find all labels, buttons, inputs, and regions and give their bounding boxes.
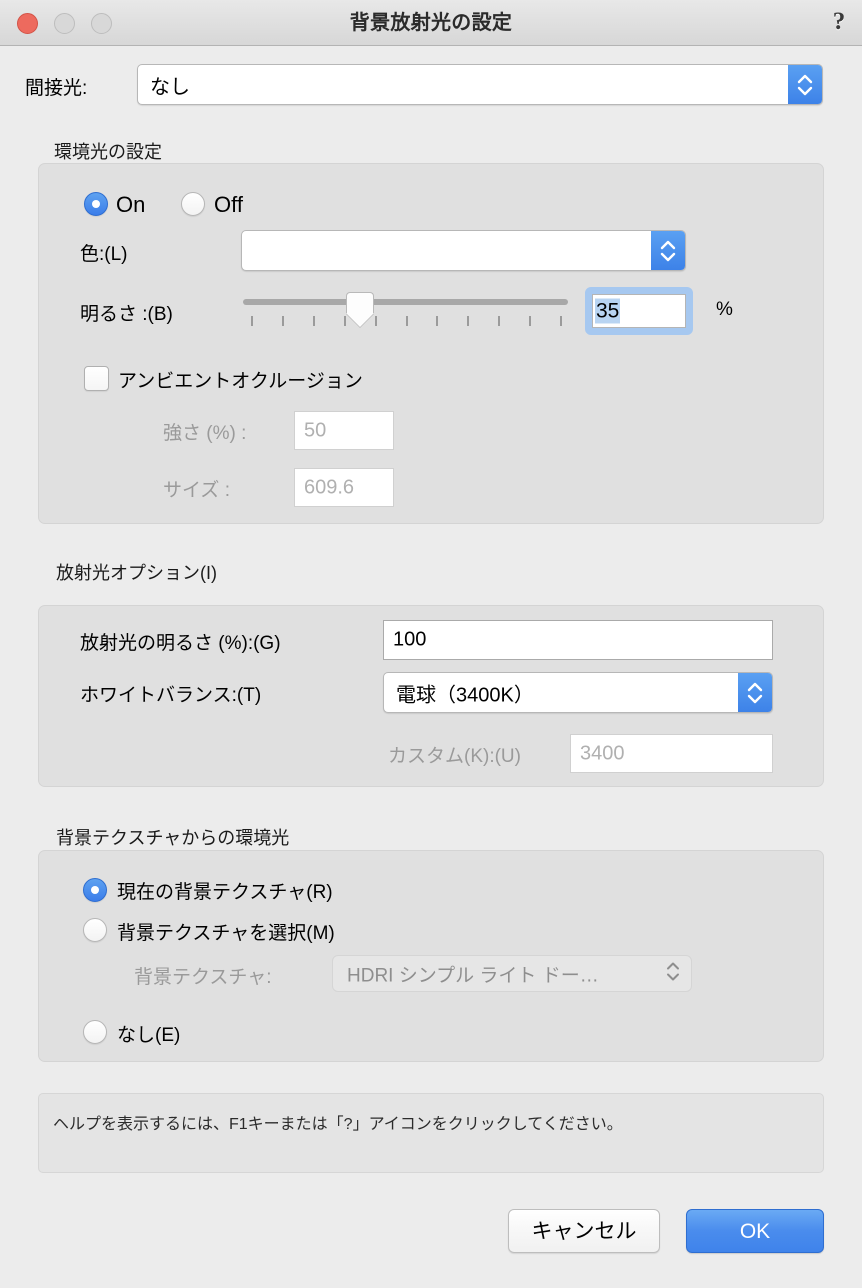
white-balance-label: ホワイトバランス:(T) (80, 685, 262, 706)
ambient-brightness-value: 35 (595, 298, 621, 324)
slider-tick (436, 316, 439, 326)
radio-select-bg-texture[interactable] (83, 918, 107, 942)
help-hint-box: ヘルプを表示するには、F1キーまたは「?」アイコンをクリックしてください。 (38, 1093, 824, 1173)
radio-current-bg-texture-label: 現在の背景テクスチャ(R) (117, 882, 333, 903)
emission-brightness-field[interactable]: 100 (383, 620, 773, 660)
bg-texture-picker-popup[interactable]: HDRI シンプル ライト ドー… (332, 955, 692, 992)
window-title: 背景放射光の設定 (349, 12, 513, 34)
ambient-color-label: 色:(L) (80, 244, 128, 265)
slider-tick (374, 316, 377, 326)
ambient-color-stepper[interactable] (651, 231, 685, 270)
indirect-light-label: 間接光: (25, 78, 88, 99)
occlusion-size-field[interactable]: 609.6 (294, 468, 394, 507)
help-hint-text: ヘルプを表示するには、F1キーまたは「?」アイコンをクリックしてください。 (53, 1116, 623, 1133)
radio-ambient-on-label: On (116, 192, 146, 217)
white-balance-popup[interactable]: 電球（3400K） (383, 672, 773, 713)
occlusion-size-value: 609.6 (304, 476, 355, 498)
radio-no-bg-texture[interactable] (83, 1020, 107, 1044)
emission-brightness-label: 放射光の明るさ (%):(G) (80, 633, 281, 654)
ambient-group-title: 環境光の設定 (54, 142, 162, 162)
ambient-occlusion-label: アンビエントオクルージョン (118, 371, 363, 392)
slider-tick (467, 316, 470, 326)
radio-no-bg-texture-label: なし(E) (117, 1025, 181, 1046)
bg-texture-picker-value: HDRI シンプル ライト ドー… (347, 965, 599, 986)
radio-select-bg-texture-label: 背景テクスチャを選択(M) (117, 923, 335, 944)
occlusion-strength-value: 50 (304, 419, 327, 441)
ambient-group-box (38, 163, 824, 524)
ambient-occlusion-checkbox[interactable] (84, 366, 109, 391)
white-balance-value: 電球（3400K） (396, 684, 534, 706)
ambient-brightness-unit: % (716, 299, 733, 320)
slider-tick (312, 316, 315, 326)
indirect-light-stepper[interactable] (788, 65, 822, 104)
radio-ambient-on[interactable] (84, 192, 108, 216)
ambient-brightness-slider-track[interactable] (243, 299, 568, 305)
white-balance-stepper[interactable] (738, 673, 772, 712)
slider-tick (560, 316, 562, 326)
cancel-button[interactable]: キャンセル (508, 1209, 660, 1253)
question-mark-icon[interactable]: ? (824, 7, 854, 37)
bg-texture-picker-label: 背景テクスチャ: (134, 967, 272, 988)
emission-group-title: 放射光オプション(I) (56, 563, 217, 583)
slider-tick (405, 316, 408, 326)
slider-tick (498, 316, 501, 326)
slider-tick (251, 316, 253, 326)
ok-button[interactable]: OK (686, 1209, 824, 1253)
chevron-updown-icon (665, 959, 681, 988)
chevron-updown-icon (747, 682, 763, 703)
title-bar: 背景放射光の設定 ? (0, 0, 862, 46)
ambient-color-popup[interactable] (241, 230, 686, 271)
radio-ambient-off-label: Off (214, 192, 243, 217)
ambient-brightness-label: 明るさ :(B) (80, 304, 173, 325)
custom-kelvin-label: カスタム(K):(U) (388, 746, 521, 767)
custom-kelvin-field[interactable]: 3400 (570, 734, 773, 773)
chevron-updown-icon (797, 74, 813, 95)
slider-tick (281, 316, 284, 326)
ambient-brightness-field-focus[interactable]: 35 (585, 287, 693, 335)
occlusion-strength-label: 強さ (%) : (163, 423, 247, 444)
slider-tick (343, 316, 346, 326)
indirect-light-combobox[interactable]: なし (137, 64, 823, 105)
emission-brightness-value: 100 (393, 628, 427, 651)
bg-texture-group-title: 背景テクスチャからの環境光 (56, 828, 290, 848)
chevron-updown-icon (660, 240, 676, 261)
occlusion-size-label: サイズ : (163, 480, 230, 501)
occlusion-strength-field[interactable]: 50 (294, 411, 394, 450)
custom-kelvin-value: 3400 (580, 742, 625, 764)
slider-tick (529, 316, 532, 326)
radio-ambient-off[interactable] (181, 192, 205, 216)
indirect-light-value: なし (150, 76, 190, 98)
radio-current-bg-texture[interactable] (83, 878, 107, 902)
